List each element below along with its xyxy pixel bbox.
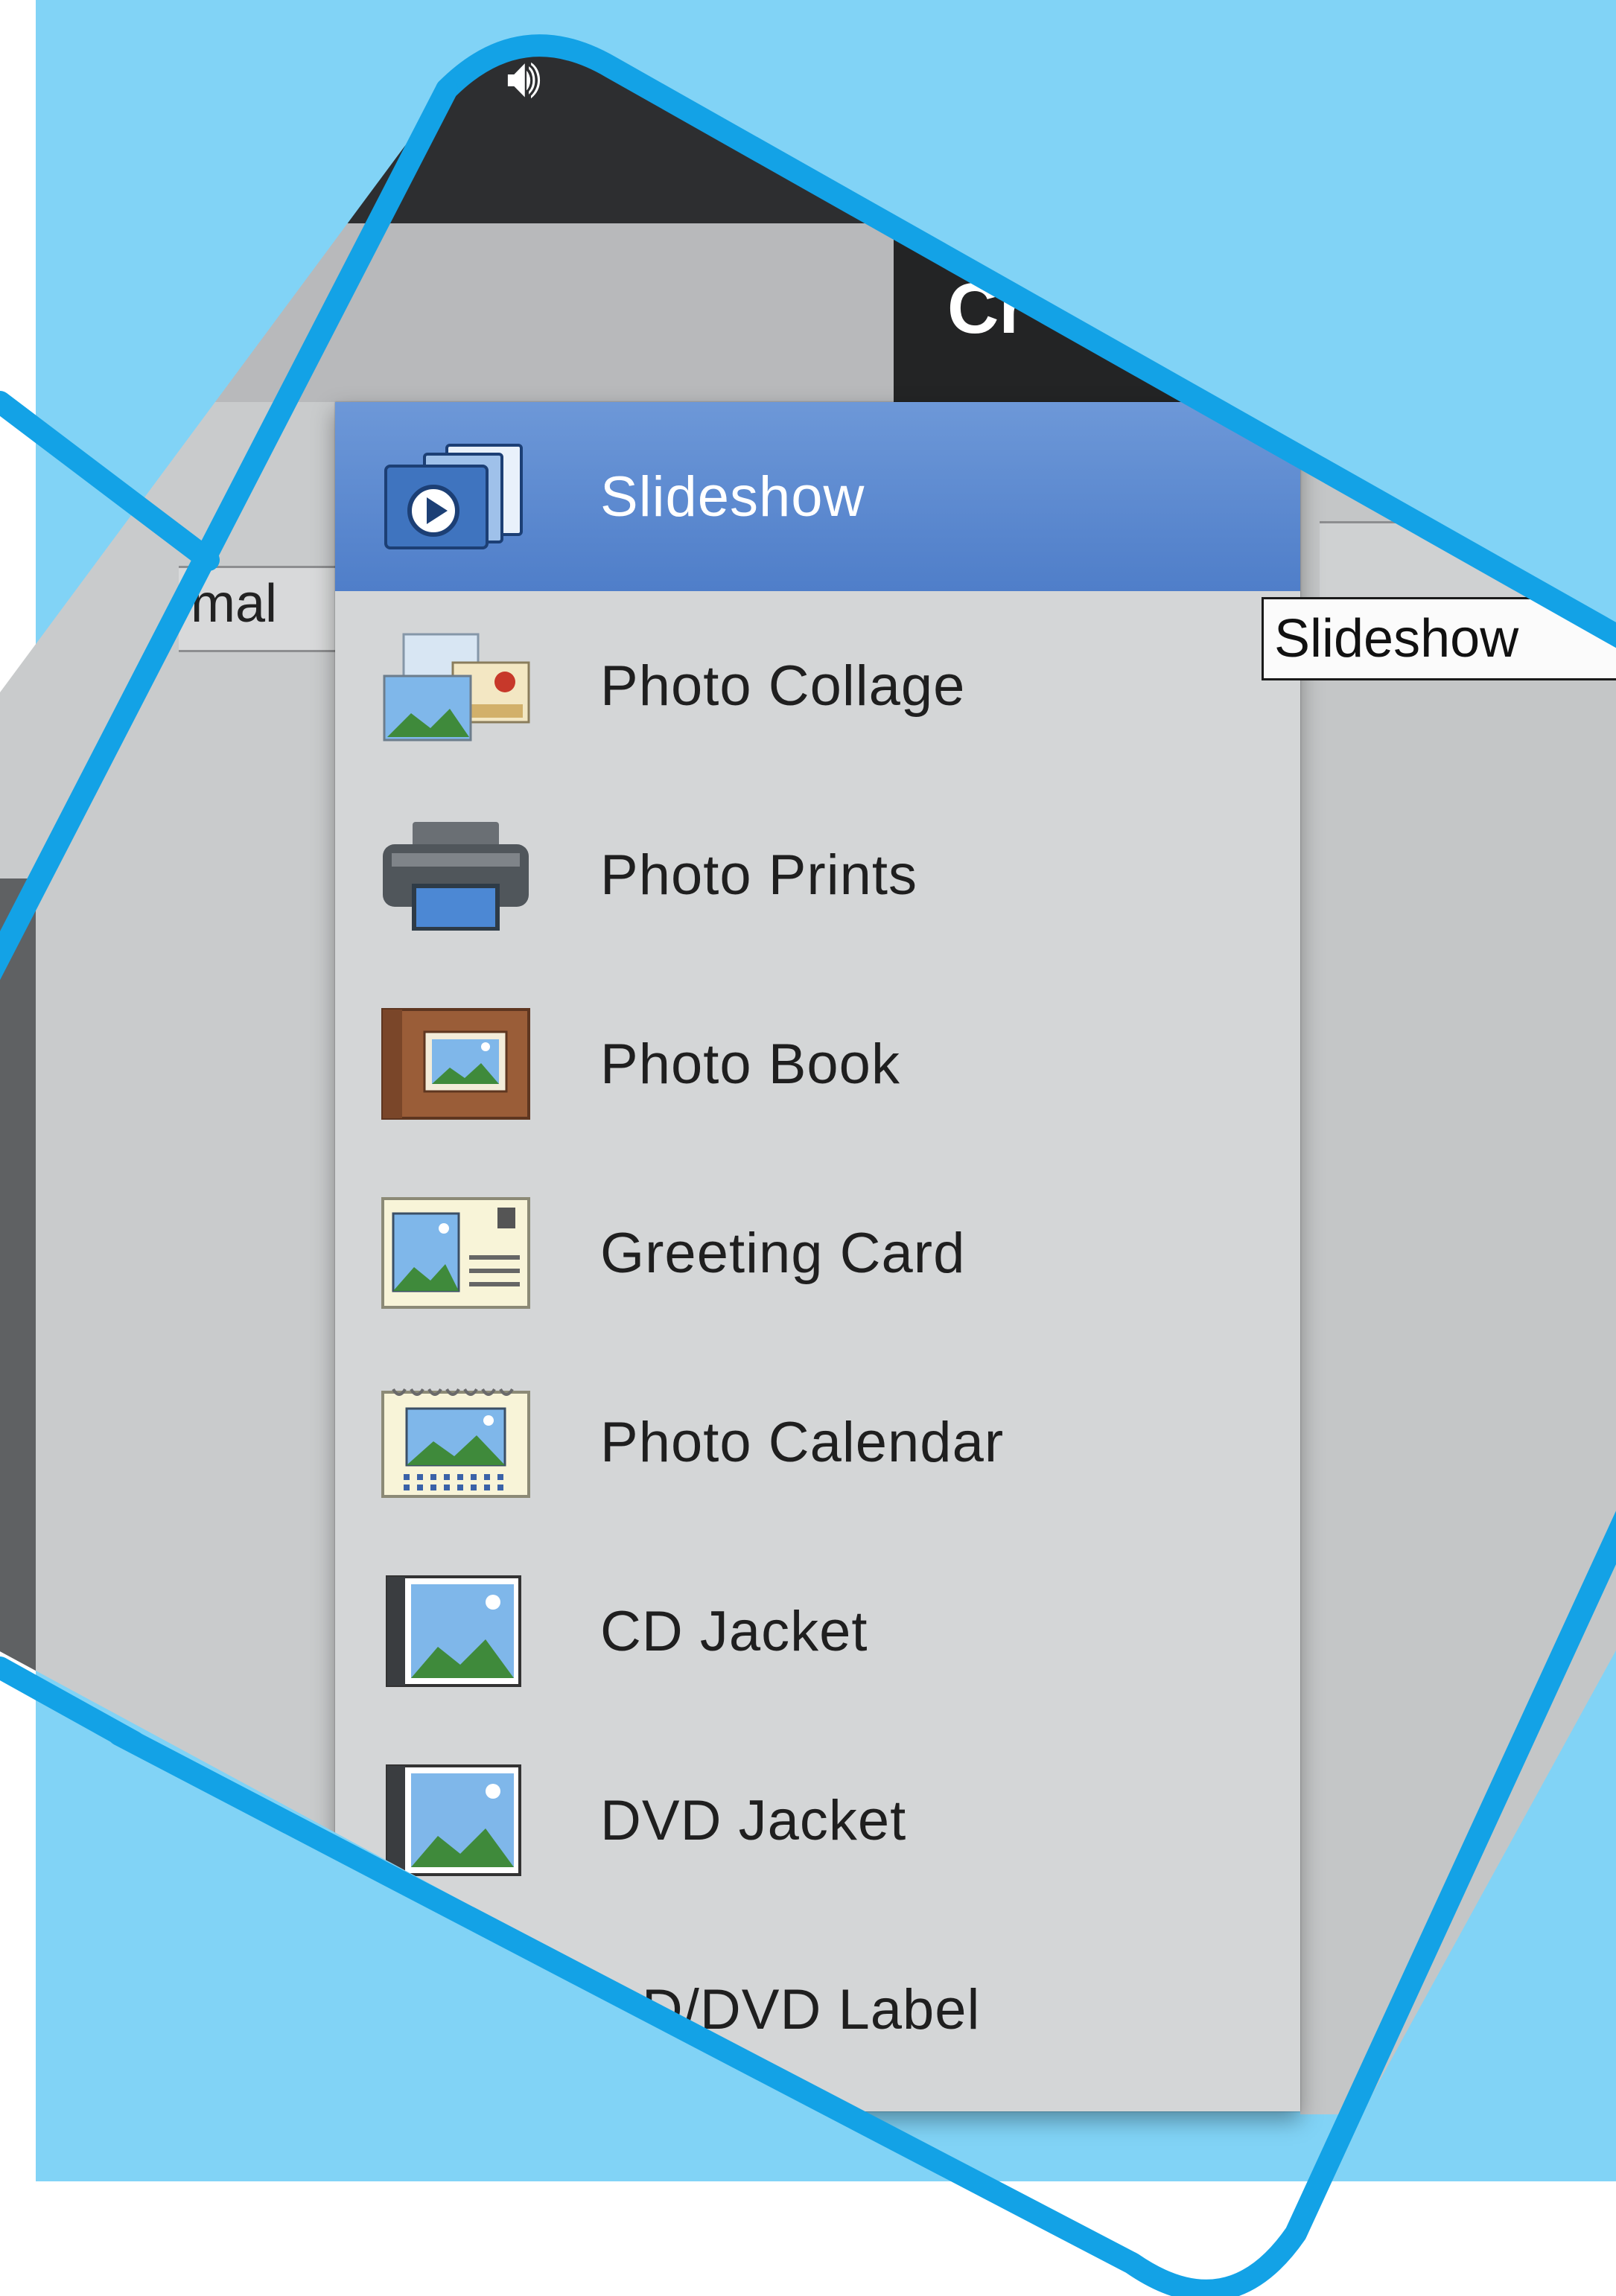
blue-frame-overlay bbox=[0, 34, 1616, 2296]
